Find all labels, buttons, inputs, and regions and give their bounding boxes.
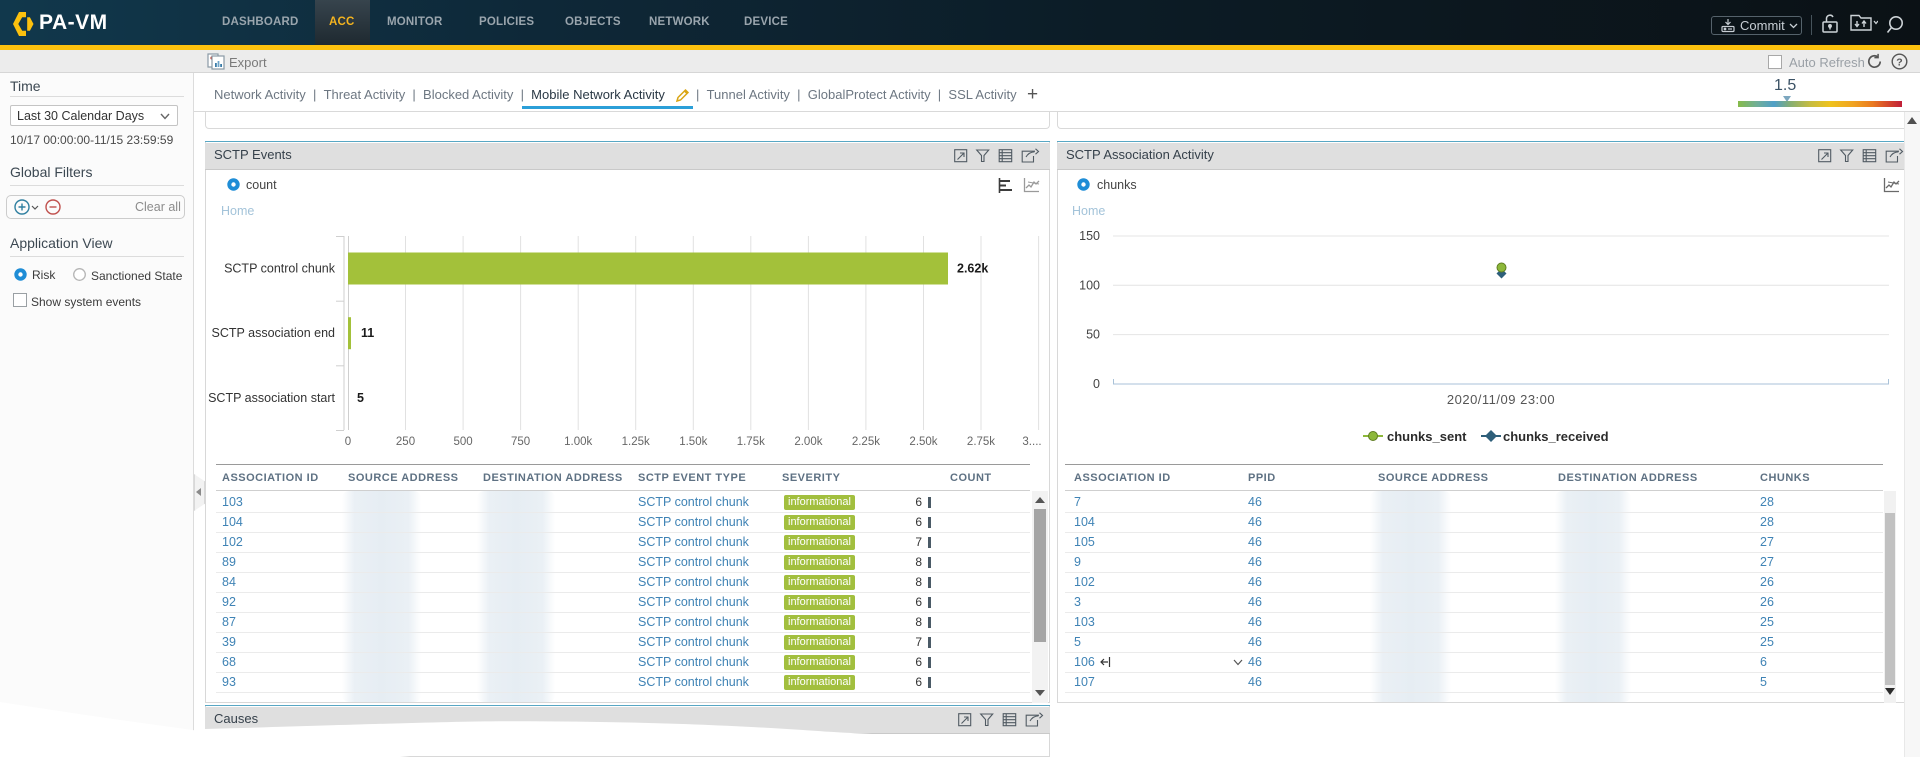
svg-text:3....: 3....	[1022, 436, 1041, 448]
svg-text:SCTP association end: SCTP association end	[212, 326, 335, 340]
svg-text:SCTP association start: SCTP association start	[208, 391, 335, 405]
svg-text:100: 100	[1079, 278, 1100, 292]
svg-text:11: 11	[361, 326, 374, 340]
svg-text:chunks_sent: chunks_sent	[1387, 429, 1467, 444]
svg-text:0: 0	[1093, 377, 1100, 391]
svg-text:50: 50	[1086, 328, 1100, 342]
svg-text:?: ?	[1896, 57, 1902, 69]
svg-text:chunks_received: chunks_received	[1503, 429, 1609, 444]
svg-text:0: 0	[345, 436, 351, 448]
svg-text:1.50k: 1.50k	[679, 436, 707, 448]
svg-text:2.50k: 2.50k	[909, 436, 937, 448]
svg-text:2.75k: 2.75k	[967, 436, 995, 448]
svg-text:1.25k: 1.25k	[622, 436, 650, 448]
svg-text:750: 750	[511, 436, 530, 448]
svg-text:SCTP control chunk: SCTP control chunk	[224, 262, 336, 276]
svg-text:5: 5	[357, 391, 364, 405]
svg-text:250: 250	[396, 436, 415, 448]
svg-text:2.25k: 2.25k	[852, 436, 880, 448]
svg-text:1.75k: 1.75k	[737, 436, 765, 448]
svg-text:2020/11/09 23:00: 2020/11/09 23:00	[1447, 392, 1555, 407]
svg-text:150: 150	[1079, 230, 1100, 243]
svg-text:1.00k: 1.00k	[564, 436, 592, 448]
svg-text:500: 500	[454, 436, 473, 448]
svg-text:2.00k: 2.00k	[794, 436, 822, 448]
svg-text:2.62k: 2.62k	[957, 262, 988, 276]
